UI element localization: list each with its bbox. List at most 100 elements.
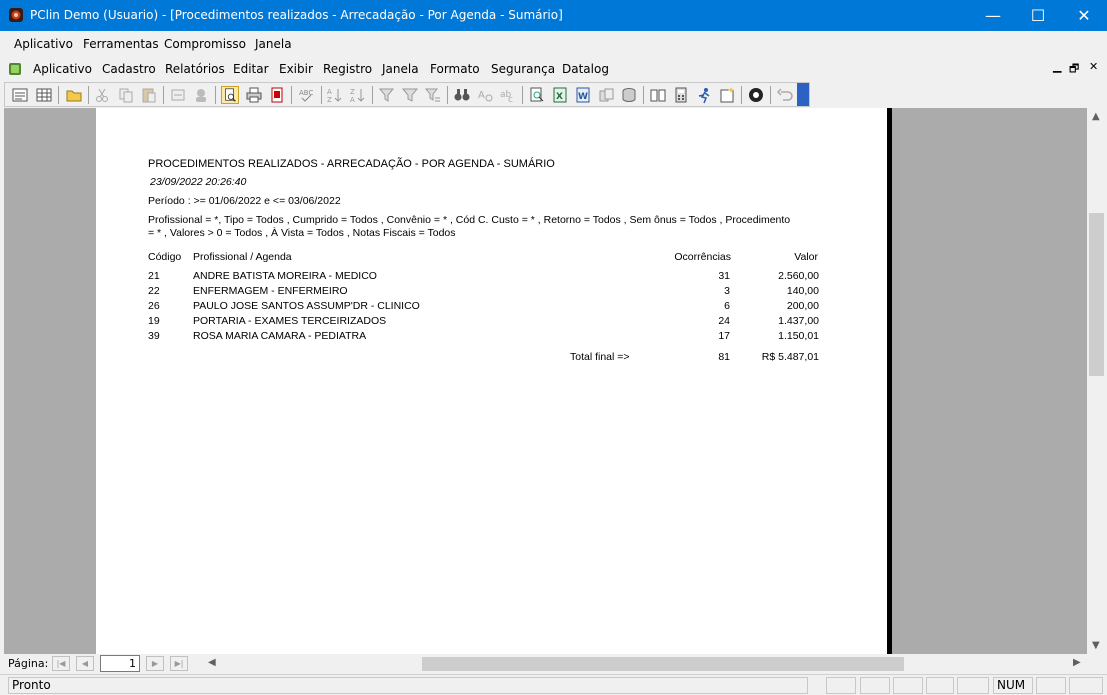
row-code: 22	[148, 285, 160, 297]
form-view-icon[interactable]	[11, 86, 29, 104]
grid-view-icon[interactable]	[35, 86, 53, 104]
status-panel	[1069, 677, 1103, 694]
status-panel	[1036, 677, 1066, 694]
vertical-scroll-thumb[interactable]	[1089, 213, 1104, 376]
previous-page-button[interactable]: ◀	[76, 656, 94, 671]
row-value: 140,00	[786, 285, 819, 297]
row-occurrences: 6	[724, 300, 730, 312]
row-occurrences: 24	[718, 315, 730, 327]
minimize-button[interactable]: —	[970, 0, 1016, 31]
database-icon[interactable]	[620, 86, 638, 104]
users-icon[interactable]	[192, 86, 210, 104]
pager-label: Página:	[8, 657, 49, 670]
zoom-report-icon[interactable]	[528, 86, 546, 104]
print-icon[interactable]	[245, 86, 263, 104]
mdi-close-button[interactable]: ✕	[1089, 60, 1098, 73]
report-preview-area: PROCEDIMENTOS REALIZADOS - ARRECADAÇÃO -…	[4, 108, 1087, 654]
svg-text:A: A	[478, 90, 485, 101]
find-next-icon[interactable]: A	[476, 86, 494, 104]
cut-icon[interactable]	[93, 86, 111, 104]
new-item-icon[interactable]	[718, 86, 736, 104]
report-filters-line1: Profissional = *, Tipo = Todos , Cumprid…	[148, 214, 791, 226]
toolbar: ABC AZ ZA A ab c X W	[4, 82, 810, 107]
row-occurrences: 3	[724, 285, 730, 297]
horizontal-scroll-thumb[interactable]	[422, 657, 904, 671]
row-occurrences: 31	[718, 270, 730, 282]
total-label: Total final =>	[570, 351, 630, 363]
toolbar-overflow-button[interactable]	[797, 83, 809, 106]
mdi-restore-button[interactable]: 🗗	[1069, 60, 1079, 79]
menu2-editar[interactable]: Editar	[233, 62, 269, 76]
child-menu-bar: Aplicativo Cadastro Relatórios Editar Ex…	[0, 57, 1107, 81]
row-code: 19	[148, 315, 160, 327]
menu2-seguranca[interactable]: Segurança	[491, 62, 555, 76]
row-name: PAULO JOSE SANTOS ASSUMP'DR - CLINICO	[193, 300, 420, 312]
menu2-formato[interactable]: Formato	[430, 62, 480, 76]
menu-aplicativo[interactable]: Aplicativo	[14, 37, 73, 51]
menu-compromisso[interactable]: Compromisso	[164, 37, 246, 51]
filter-icon[interactable]	[401, 86, 419, 104]
remove-filter-icon[interactable]	[424, 86, 442, 104]
menu-ferramentas[interactable]: Ferramentas	[83, 37, 159, 51]
last-page-button[interactable]: ▶|	[170, 656, 188, 671]
menu2-datalog[interactable]: Datalog	[562, 62, 609, 76]
find-icon[interactable]	[453, 86, 471, 104]
row-name: ROSA MARIA CAMARA - PEDIATRA	[193, 330, 367, 342]
total-occurrences: 81	[718, 351, 730, 363]
calculator-icon[interactable]	[672, 86, 690, 104]
undo-icon[interactable]	[776, 86, 794, 104]
svg-text:Z: Z	[327, 96, 332, 104]
copy-icon[interactable]	[117, 86, 135, 104]
paste-icon[interactable]	[140, 86, 158, 104]
status-panel	[926, 677, 954, 694]
scroll-left-icon[interactable]: ◀	[208, 657, 216, 668]
pager-bar: Página: |◀ ◀ 1 ▶ ▶| ◀ ▶	[0, 654, 1107, 674]
excel-icon[interactable]: X	[551, 86, 569, 104]
status-panel	[826, 677, 856, 694]
horizontal-scrollbar[interactable]: ◀ ▶	[205, 655, 1087, 673]
mdi-minimize-button[interactable]: ▁	[1053, 60, 1061, 73]
menu2-cadastro[interactable]: Cadastro	[102, 62, 156, 76]
status-panel	[893, 677, 923, 694]
run-icon[interactable]	[695, 86, 713, 104]
close-button[interactable]: ✕	[1061, 0, 1107, 31]
export-icon[interactable]	[597, 86, 615, 104]
filter-selection-icon[interactable]	[378, 86, 396, 104]
scroll-down-icon[interactable]: ▼	[1092, 640, 1100, 651]
menu2-relatorios[interactable]: Relatórios	[165, 62, 225, 76]
row-value: 1.437,00	[778, 315, 819, 327]
sort-ascending-icon[interactable]: AZ	[326, 86, 344, 104]
sort-descending-icon[interactable]: ZA	[349, 86, 367, 104]
app-icon	[9, 8, 23, 22]
menu2-aplicativo[interactable]: Aplicativo	[33, 62, 92, 76]
first-page-button[interactable]: |◀	[52, 656, 70, 671]
menu-janela[interactable]: Janela	[255, 37, 292, 51]
svg-text:A: A	[350, 96, 355, 104]
row-occurrences: 17	[718, 330, 730, 342]
find-replace-icon[interactable]	[169, 86, 187, 104]
maximize-button[interactable]: ☐	[1015, 0, 1061, 31]
pdf-icon[interactable]	[268, 86, 286, 104]
next-page-button[interactable]: ▶	[146, 656, 164, 671]
row-code: 39	[148, 330, 160, 342]
vertical-scrollbar[interactable]: ▲ ▼	[1087, 108, 1107, 654]
menu2-registro[interactable]: Registro	[323, 62, 372, 76]
status-panel	[860, 677, 890, 694]
main-menu-bar: Aplicativo Ferramentas Compromisso Janel…	[0, 31, 1107, 57]
open-folder-icon[interactable]	[65, 86, 83, 104]
svg-text:A: A	[327, 88, 332, 96]
help-icon[interactable]	[747, 86, 765, 104]
book-icon[interactable]	[649, 86, 667, 104]
print-preview-icon[interactable]	[221, 86, 239, 104]
page-number-input[interactable]: 1	[100, 655, 140, 672]
scroll-up-icon[interactable]: ▲	[1092, 111, 1100, 122]
spell-check-icon[interactable]: ABC	[297, 86, 315, 104]
replace-icon[interactable]: abc	[499, 86, 517, 104]
svg-text:X: X	[556, 92, 563, 102]
header-professional: Profissional / Agenda	[193, 251, 292, 263]
word-icon[interactable]: W	[574, 86, 592, 104]
scroll-right-icon[interactable]: ▶	[1073, 657, 1081, 668]
menu2-janela[interactable]: Janela	[382, 62, 419, 76]
menu2-exibir[interactable]: Exibir	[279, 62, 313, 76]
svg-text:W: W	[578, 92, 588, 102]
